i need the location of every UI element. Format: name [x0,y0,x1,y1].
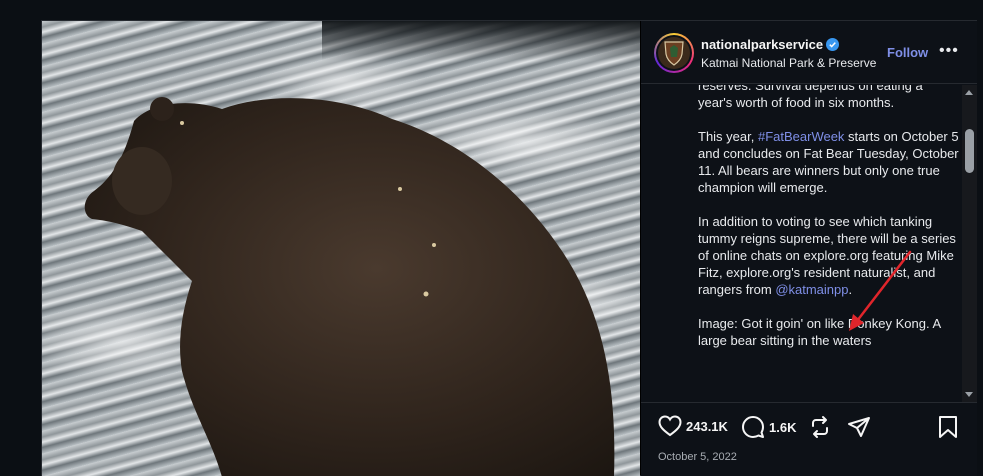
likes-count[interactable]: 243.1K [686,419,728,434]
caption-paragraph-4: Image: Got it goin' on like Donkey Kong.… [698,316,941,348]
heart-icon [658,415,682,437]
send-icon [848,417,870,437]
username-row: nationalparkservice [701,37,840,54]
scrollbar-thumb[interactable] [965,129,974,173]
share-button[interactable] [847,415,871,439]
scroll-down-arrow-icon[interactable] [965,392,973,397]
username-link[interactable]: nationalparkservice [701,37,823,52]
hashtag-link[interactable]: #FatBearWeek [758,129,844,144]
action-bar: 243.1K 1.6K [641,405,977,449]
mention-link[interactable]: @katmainpp [775,282,848,297]
comment-icon [742,416,764,438]
follow-button[interactable]: Follow [887,45,928,60]
location-link[interactable]: Katmai National Park & Preserve [701,56,876,70]
post-sidebar: nationalparkservice Katmai National Park… [641,21,977,476]
repost-icon [812,416,828,438]
post-date[interactable]: October 5, 2022 [658,451,737,463]
comments-count[interactable]: 1.6K [769,420,796,435]
like-button[interactable]: 243.1K [658,415,728,437]
caption-paragraph-1: reserves. Survival depends on eating a y… [698,85,923,110]
instagram-post: nationalparkservice Katmai National Park… [41,20,977,476]
repost-button[interactable] [808,415,832,439]
more-options-icon[interactable]: ••• [939,43,959,59]
bookmark-icon [939,416,957,438]
comment-button[interactable]: 1.6K [741,415,796,439]
caption-paragraph-3: In addition to voting to see which tanki… [698,214,956,297]
caption-scrollbar[interactable] [962,85,977,402]
scroll-up-arrow-icon[interactable] [965,90,973,95]
nps-arrowhead-logo-icon [658,37,690,69]
post-header: nationalparkservice Katmai National Park… [641,21,977,84]
post-image-bear-in-river[interactable] [42,21,640,476]
caption-scroll-area[interactable]: reserves. Survival depends on eating a y… [641,85,977,403]
caption-text: reserves. Survival depends on eating a y… [698,85,960,366]
caption-paragraph-2: This year, #FatBearWeek starts on Octobe… [698,129,959,195]
bear-silhouette [84,97,615,476]
save-button[interactable] [937,415,959,439]
verified-badge-icon [826,38,840,54]
profile-avatar[interactable] [654,33,694,73]
